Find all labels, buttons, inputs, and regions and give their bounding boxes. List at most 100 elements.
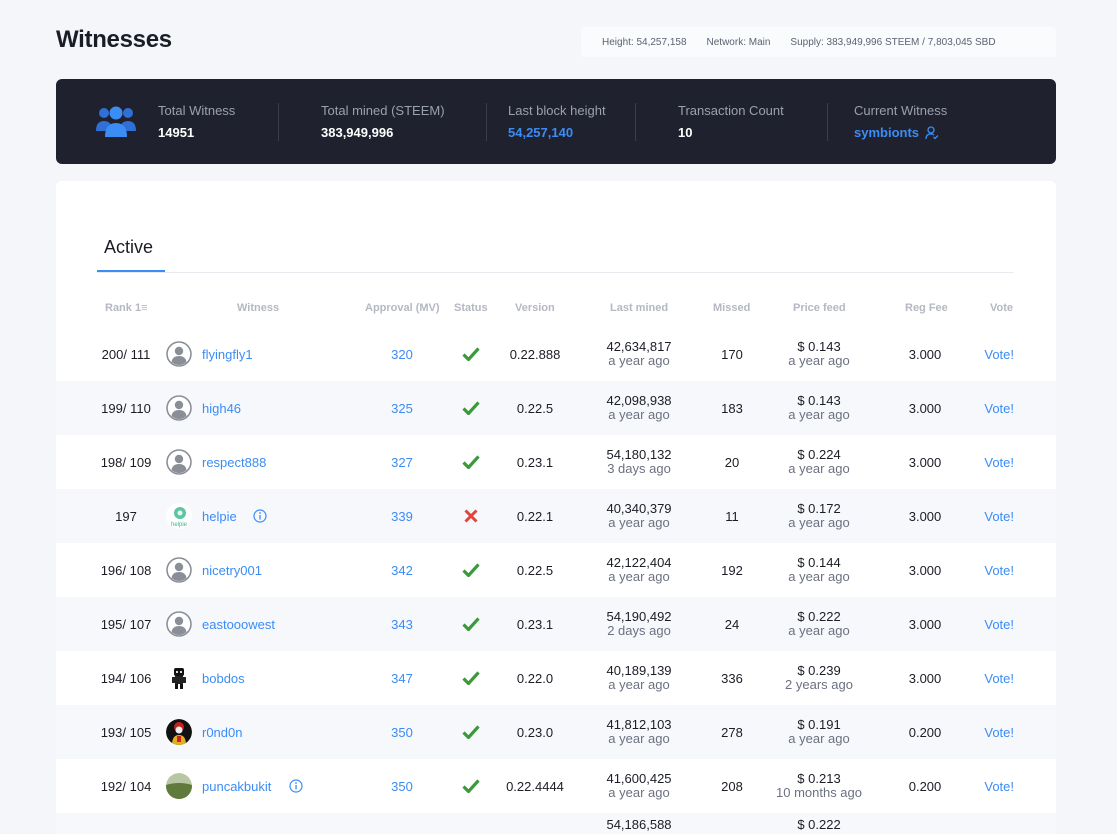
last-block-time: 2 days ago — [607, 623, 671, 638]
price-feed-time: a year ago — [788, 461, 850, 476]
price-feed-time: a year ago — [788, 623, 850, 638]
reg-fee: 0.200 — [908, 724, 942, 740]
missed-count: 336 — [721, 670, 743, 686]
price-feed: $ 0.144 — [797, 555, 841, 570]
status-indicator — [462, 759, 480, 813]
page-title: Witnesses — [56, 26, 172, 53]
approval-value: 350 — [391, 778, 413, 794]
vote-button[interactable]: Vote! — [984, 705, 1014, 759]
status-indicator — [462, 381, 480, 435]
table-row: 200/ 111 flyingfly1 320 0.22.888 42,634,817 a… — [56, 327, 1056, 381]
check-icon — [462, 455, 480, 469]
price-feed: $ 0.222 — [797, 817, 841, 832]
witness-avatar[interactable] — [166, 719, 192, 745]
price-feed: $ 0.239 — [797, 663, 841, 678]
reg-fee: 3.000 — [908, 616, 942, 632]
divider — [827, 103, 828, 141]
current-witness-link[interactable]: symbionts — [854, 125, 919, 140]
last-block-time: a year ago — [608, 677, 670, 692]
reg-fee: 3.000 — [908, 670, 942, 686]
vote-button[interactable]: Vote! — [984, 435, 1014, 489]
status-indicator — [462, 651, 480, 705]
approval-value: 339 — [391, 508, 413, 524]
check-icon — [462, 779, 480, 793]
rank: 200/ 111 — [101, 346, 151, 362]
witness-name-link[interactable]: helpie — [202, 489, 237, 543]
last-block-link[interactable]: 54,257,140 — [508, 125, 606, 140]
witness-name-link[interactable]: r0nd0n — [202, 705, 242, 759]
price-feed-time: a year ago — [788, 731, 850, 746]
user-check-icon — [925, 125, 939, 139]
status-indicator — [462, 597, 480, 651]
info-icon[interactable] — [253, 489, 267, 543]
witness-name-link[interactable]: high46 — [202, 381, 241, 435]
witness-name-link[interactable]: nicetry001 — [202, 543, 262, 597]
sort-icon[interactable]: 1≡ — [135, 302, 148, 314]
check-icon — [462, 617, 480, 631]
header-witness: Witness — [237, 302, 280, 314]
divider — [635, 103, 636, 141]
approval-value: 327 — [391, 454, 413, 470]
users-icon — [96, 106, 136, 137]
witness-avatar[interactable]: helpie — [166, 503, 192, 529]
table-row: 194/ 106 bobdos 347 0.22.0 40,189,139 a year … — [56, 651, 1056, 705]
vote-button[interactable]: Vote! — [984, 759, 1014, 813]
witness-avatar[interactable] — [166, 449, 192, 475]
table-row: 199/ 110 high46 325 0.22.5 42,098,938 a year … — [56, 381, 1056, 435]
witness-avatar[interactable] — [166, 557, 192, 583]
price-feed: $ 0.222 — [797, 609, 841, 624]
witness-avatar[interactable] — [166, 773, 192, 799]
vote-button[interactable]: Vote! — [984, 381, 1014, 435]
witness-avatar[interactable] — [166, 611, 192, 637]
total-mined-label: Total mined (STEEM) — [321, 103, 445, 118]
witness-name-link[interactable]: eastooowest — [202, 597, 275, 651]
witness-avatar[interactable] — [166, 341, 192, 367]
missed-count: 278 — [721, 724, 743, 740]
witness-name-link[interactable]: puncakbukit — [202, 759, 271, 813]
tx-count-label: Transaction Count — [678, 103, 784, 118]
network-info: Network: Main — [706, 36, 771, 48]
witness-avatar[interactable] — [166, 665, 192, 691]
vote-button[interactable]: Vote! — [984, 597, 1014, 651]
rank: 192/ 104 — [100, 778, 152, 794]
version: 0.22.5 — [516, 400, 554, 416]
vote-button[interactable]: Vote! — [984, 651, 1014, 705]
vote-button[interactable]: Vote! — [984, 543, 1014, 597]
table-row: 192/ 104 puncakbukit 350 0.22.4444 41,600,42… — [56, 759, 1056, 813]
price-feed-time: a year ago — [788, 353, 850, 368]
witness-avatar[interactable] — [166, 395, 192, 421]
total-witness-label: Total Witness — [158, 103, 236, 118]
last-block-label: Last block height — [508, 103, 606, 118]
header-rank[interactable]: Rank 1≡ — [105, 302, 148, 314]
rank: 196/ 108 — [100, 562, 152, 578]
version: 0.23.1 — [516, 454, 554, 470]
last-block-time: 3 days ago — [607, 461, 671, 476]
last-block: 54,186,588 — [606, 817, 672, 832]
price-feed-time: 2 years ago — [785, 677, 853, 692]
vote-button[interactable]: Vote! — [984, 327, 1014, 381]
missed-count: 183 — [721, 400, 743, 416]
price-feed-time: a year ago — [788, 407, 850, 422]
header-vote: Vote — [990, 302, 1014, 314]
witness-name-link[interactable]: bobdos — [202, 651, 245, 705]
last-block: 42,098,938 — [606, 393, 672, 408]
missed-count: 208 — [721, 778, 743, 794]
witness-name-link[interactable]: respect888 — [202, 435, 266, 489]
current-witness-label: Current Witness — [854, 103, 948, 118]
header-approval[interactable]: Approval (MV) — [365, 302, 440, 314]
header-missed: Missed — [713, 302, 751, 314]
price-feed: $ 0.172 — [797, 501, 841, 516]
missed-count: 20 — [724, 454, 740, 470]
missed-count: 192 — [721, 562, 743, 578]
tab-active[interactable]: Active — [104, 237, 153, 258]
reg-fee: 0.200 — [908, 778, 942, 794]
vote-button[interactable]: Vote! — [984, 489, 1014, 543]
table-row: 197 helpie helpie 339 0.22.1 40,340,379 a year… — [56, 489, 1056, 543]
header-last-mined: Last mined — [610, 302, 669, 314]
version: 0.22.1 — [516, 508, 554, 524]
divider — [486, 103, 487, 141]
witness-name-link[interactable]: flyingfly1 — [202, 327, 253, 381]
reg-fee: 3.000 — [908, 508, 942, 524]
info-icon[interactable] — [289, 759, 303, 813]
last-block: 40,340,379 — [606, 501, 672, 516]
